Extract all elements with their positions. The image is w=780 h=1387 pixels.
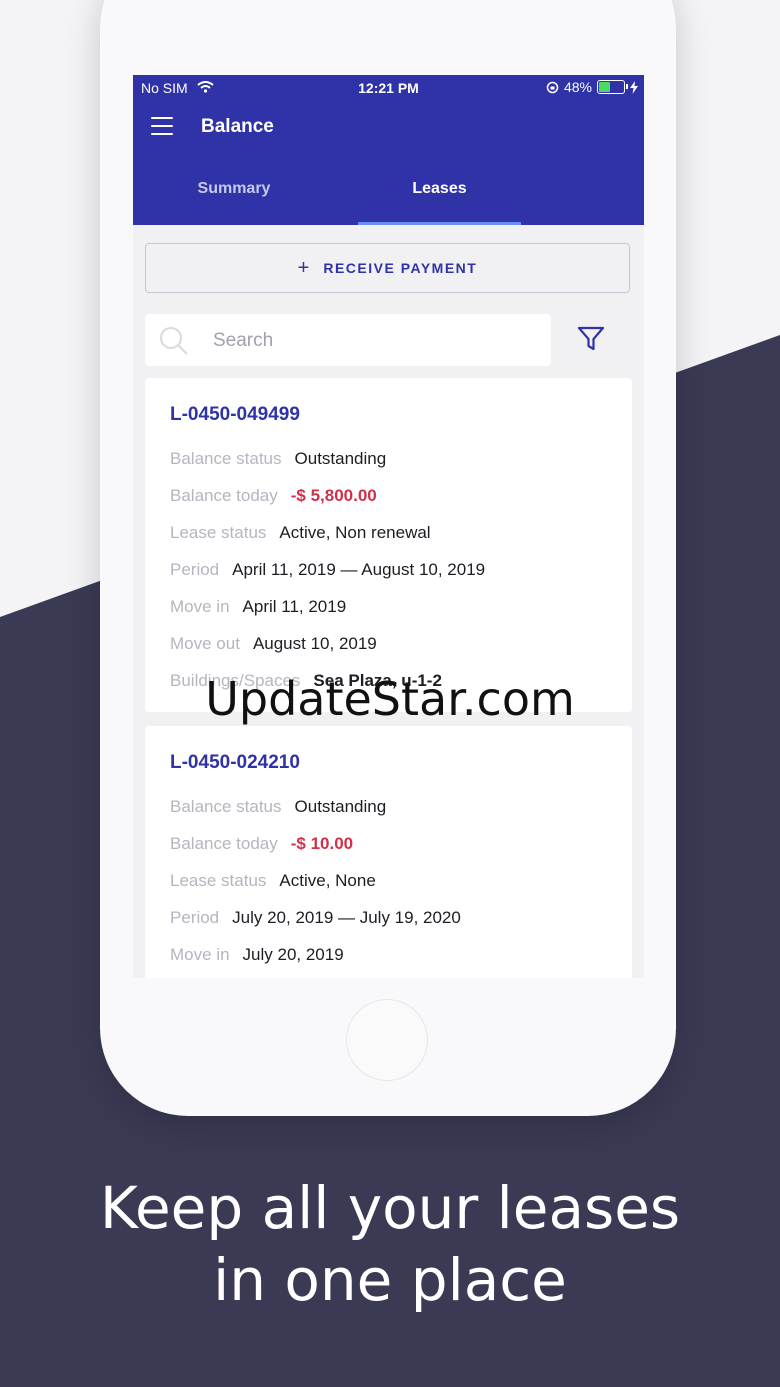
row-value: -$ 10.00 bbox=[290, 833, 354, 853]
row-value: Active, Non renewal bbox=[279, 522, 431, 542]
lease-row-lease-status: Lease status Active, Non renewal bbox=[170, 514, 607, 551]
lease-row-balance-status: Balance status Outstanding bbox=[170, 788, 607, 825]
lease-card[interactable]: L-0450-024210 Balance status Outstanding … bbox=[145, 726, 632, 978]
row-value: Outstanding bbox=[294, 448, 387, 468]
search-box[interactable] bbox=[145, 314, 551, 366]
battery-percent: 48% bbox=[563, 79, 592, 95]
app-bar: No SIM 12:21 PM 48% Balance Summary Leas… bbox=[133, 75, 644, 225]
lease-row-lease-status: Lease status Active, None bbox=[170, 862, 607, 899]
lease-row-period: Period April 11, 2019 — August 10, 2019 bbox=[170, 551, 607, 588]
row-value: July 20, 2019 bbox=[242, 944, 344, 964]
caption-line-1: Keep all your leases bbox=[99, 1174, 681, 1242]
orientation-lock-icon bbox=[546, 81, 559, 93]
search-icon bbox=[160, 327, 188, 355]
status-right: 48% bbox=[546, 79, 638, 95]
row-value: April 11, 2019 — August 10, 2019 bbox=[232, 559, 486, 579]
row-label: Balance status bbox=[170, 796, 282, 816]
row-label: Move in bbox=[170, 596, 230, 616]
status-bar: No SIM 12:21 PM 48% bbox=[133, 75, 644, 101]
battery-icon bbox=[597, 80, 628, 94]
caption-line-2: in one place bbox=[213, 1246, 567, 1314]
row-value: -$ 5,800.00 bbox=[290, 485, 377, 505]
row-label: Lease status bbox=[170, 522, 267, 542]
plus-icon: + bbox=[297, 256, 310, 279]
home-button[interactable] bbox=[346, 999, 428, 1081]
page-title: Balance bbox=[201, 116, 274, 137]
filter-icon[interactable] bbox=[577, 325, 605, 353]
row-value: August 10, 2019 bbox=[252, 633, 377, 653]
menu-icon[interactable] bbox=[151, 117, 173, 137]
tab-summary[interactable]: Summary bbox=[133, 169, 335, 225]
lease-row-move-in: Move in April 11, 2019 bbox=[170, 588, 607, 625]
receive-payment-label: RECEIVE PAYMENT bbox=[323, 260, 478, 276]
row-label: Balance today bbox=[170, 833, 278, 853]
lease-row-balance-status: Balance status Outstanding bbox=[170, 440, 607, 477]
lease-row-balance-today: Balance today -$ 10.00 bbox=[170, 825, 607, 862]
lease-id[interactable]: L-0450-024210 bbox=[170, 752, 607, 774]
lease-row-balance-today: Balance today -$ 5,800.00 bbox=[170, 477, 607, 514]
row-label: Period bbox=[170, 559, 220, 579]
row-label: Move out bbox=[170, 633, 240, 653]
row-value: Active, None bbox=[279, 870, 376, 890]
tab-bar: Summary Leases bbox=[133, 169, 644, 225]
row-value: July 20, 2019 — July 19, 2020 bbox=[232, 907, 461, 927]
row-label: Period bbox=[170, 907, 220, 927]
app-screen: No SIM 12:21 PM 48% Balance Summary Leas… bbox=[133, 75, 644, 978]
row-value: Outstanding bbox=[294, 796, 387, 816]
receive-payment-button[interactable]: + RECEIVE PAYMENT bbox=[145, 243, 630, 293]
row-value: April 11, 2019 bbox=[242, 596, 347, 616]
row-label: Move in bbox=[170, 944, 230, 964]
row-label: Balance status bbox=[170, 448, 282, 468]
lease-card[interactable]: L-0450-049499 Balance status Outstanding … bbox=[145, 378, 632, 712]
row-label: Lease status bbox=[170, 870, 267, 890]
lease-row-period: Period July 20, 2019 — July 19, 2020 bbox=[170, 899, 607, 936]
row-label: Balance today bbox=[170, 485, 278, 505]
lease-row-move-in: Move in July 20, 2019 bbox=[170, 936, 607, 973]
search-input[interactable] bbox=[211, 326, 535, 356]
lease-row-move-out: Move out August 10, 2019 bbox=[170, 625, 607, 662]
watermark: UpdateStar.com bbox=[205, 672, 575, 726]
lease-id[interactable]: L-0450-049499 bbox=[170, 404, 607, 426]
marketing-caption: Keep all your leases in one place bbox=[0, 1172, 780, 1316]
charging-icon bbox=[630, 80, 638, 94]
tab-leases[interactable]: Leases bbox=[358, 169, 521, 225]
